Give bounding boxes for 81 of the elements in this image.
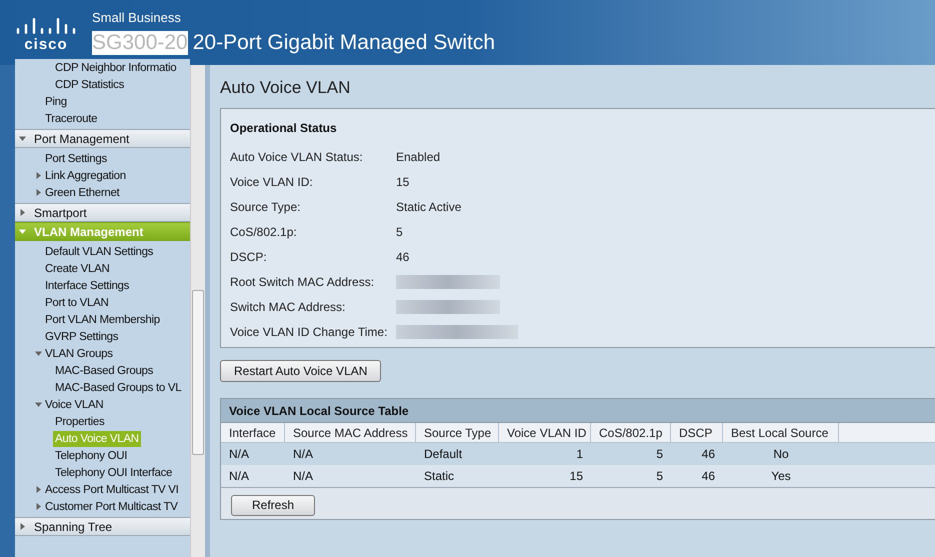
page-title: Auto Voice VLAN [220,77,352,99]
nav-item[interactable]: Voice VLAN [43,396,106,412]
collapsed-arrow-icon[interactable] [35,503,42,510]
field-value: Enabled [396,148,440,166]
table-cell-text: Default [423,446,464,463]
field-label: Source Type: [230,198,302,216]
field-value: 15 [396,174,410,190]
table-cell-text: N/A [292,468,314,485]
field-label: Auto Voice VLAN Status: [230,148,364,166]
nav-item[interactable]: Port Settings [43,150,109,166]
collapsed-arrow-icon[interactable] [35,486,42,493]
nav-item[interactable]: Customer Port Multicast TV [43,498,180,514]
nav-section-header[interactable]: Smartport [15,203,190,222]
nav-item[interactable]: Link Aggregation [43,168,128,184]
model-name: SG300-20 [92,31,188,55]
field-label: Voice VLAN ID Change Time: [230,324,388,340]
product-title: 20-Port Gigabit Managed Switch [192,31,496,55]
brand-label: Small Business [92,10,182,26]
column-header[interactable]: Voice VLAN ID [499,423,591,442]
column-header[interactable]: Source MAC Address [285,423,416,442]
nav-item[interactable]: Properties [53,414,106,430]
logo-wordmark: cisco [24,36,68,54]
logo-bars-icon [16,18,76,34]
nav-item[interactable]: Telephony OUI Interface [53,464,174,480]
refresh-button[interactable]: Refresh [231,494,315,516]
nav-item[interactable]: Default VLAN Settings [43,244,156,260]
field-label: Voice VLAN ID: [230,174,314,190]
table-cell-text: No [772,446,790,463]
field-label: DSCP: [230,248,268,266]
field-value: Static Active [396,198,462,216]
field-label: Root Switch MAC Address: [230,274,376,290]
nav-item[interactable]: Interface Settings [43,278,132,294]
nav-section-header[interactable]: Port Management [15,129,190,148]
column-header[interactable]: Interface [221,423,285,442]
expanded-arrow-icon[interactable] [19,228,26,235]
nav-item[interactable]: CDP Neighbor Informatio [53,60,178,76]
collapsed-arrow-icon[interactable] [35,172,42,179]
expanded-arrow-icon[interactable] [35,401,42,408]
table-cell-text: 46 [700,446,716,463]
nav-item[interactable]: GVRP Settings [43,328,120,344]
collapsed-arrow-icon[interactable] [19,209,26,216]
expanded-arrow-icon[interactable] [19,135,26,142]
nav-item[interactable]: Green Ethernet [43,184,122,200]
table-cell-text: N/A [228,446,250,463]
nav-item[interactable]: CDP Statistics [53,76,126,92]
nav-section-header[interactable]: Spanning Tree [15,517,190,536]
nav-item[interactable]: MAC-Based Groups [53,362,156,378]
expanded-arrow-icon[interactable] [35,350,42,357]
table-cell-text: Yes [770,468,792,485]
table-cell-text: N/A [228,468,250,485]
column-header[interactable]: Source Type [416,423,499,442]
table-cell-text: 1 [575,446,584,463]
nav-item[interactable]: Traceroute [43,110,100,126]
table-title: Voice VLAN Local Source Table [221,399,935,423]
restart-button[interactable]: Restart Auto Voice VLAN [220,360,382,382]
nav-item[interactable]: Create VLAN [43,260,112,276]
table-cell-text: Static [423,468,456,485]
field-value: 46 [396,248,410,266]
panel-title: Operational Status [230,120,338,136]
table-cell-text: 15 [568,468,584,485]
collapsed-arrow-icon[interactable] [35,189,42,196]
column-header[interactable]: CoS/802.1p [591,423,671,442]
table-cell-text: 5 [655,446,664,463]
column-header[interactable]: Best Local Source [723,423,839,442]
table-cell-text: 5 [655,468,664,485]
nav-item[interactable]: Telephony OUI [53,448,130,464]
nav-item[interactable]: VLAN Groups [43,346,115,362]
field-label: CoS/802.1p: [230,224,298,240]
nav-item[interactable]: Ping [43,94,69,110]
field-value: 5 [396,224,403,240]
table-cell-text: N/A [292,446,314,463]
nav-item[interactable]: MAC-Based Groups to VL [53,380,184,396]
nav-item[interactable]: Port to VLAN [43,294,111,310]
scrollbar[interactable] [190,65,205,557]
field-label: Switch MAC Address: [230,298,346,316]
nav-item[interactable]: Access Port Multicast TV VI [43,482,181,498]
column-header[interactable]: DSCP [671,423,723,442]
collapsed-arrow-icon[interactable] [19,523,26,530]
nav-item[interactable]: Port VLAN Membership [43,312,162,328]
table-cell-text: 46 [700,468,716,485]
scrollbar-thumb[interactable] [192,290,204,455]
